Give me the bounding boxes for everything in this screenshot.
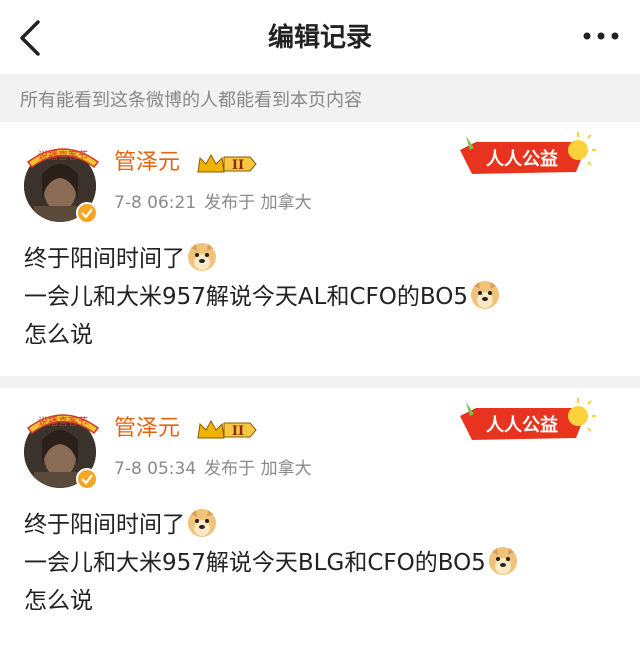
svg-text:人人公益: 人人公益 [486, 148, 558, 170]
verified-badge-icon [76, 202, 98, 224]
doge-icon [188, 509, 216, 537]
vip-crown-icon: II [197, 419, 257, 439]
post-line: 怎么说 [24, 588, 93, 614]
post-time: 7-8 05:34 [114, 459, 197, 479]
edit-record-card: 说播喜客节 管泽元 II 7-8 05:34 发布于 加拿大 人人公益 终于阳间时… [0, 388, 640, 671]
doge-icon [488, 547, 517, 575]
post-content: 终于阳间时间了 一会儿和大米957解说今天AL和CFO的BO5 怎么说 [24, 240, 500, 354]
post-line: 终于阳间时间了 [24, 240, 500, 278]
post-time: 7-8 06:21 [114, 193, 197, 213]
vip-crown-icon: II [197, 153, 257, 173]
svg-text:说播喜客节: 说播喜客节 [38, 149, 88, 162]
post-location: 发布于 加拿大 [204, 193, 312, 213]
avatar[interactable]: 说播喜客节 [22, 140, 102, 226]
avatar-festival-badge: 说播喜客节 [26, 414, 100, 434]
charity-badge[interactable]: 人人公益 [452, 394, 596, 448]
svg-text:II: II [232, 424, 244, 439]
avatar[interactable]: 说播喜客节 [22, 406, 102, 492]
username[interactable]: 管泽元 [114, 414, 180, 444]
verified-badge-icon [76, 468, 98, 490]
more-dots-icon[interactable] [582, 28, 620, 44]
username[interactable]: 管泽元 [114, 148, 180, 178]
post-line: 一会儿和大米957解说今天BLG和CFO的BO5 [24, 544, 518, 582]
top-nav-bar: 编辑记录 [0, 0, 640, 74]
page-title: 编辑记录 [267, 23, 372, 53]
svg-text:II: II [232, 158, 244, 173]
svg-text:说播喜客节: 说播喜客节 [38, 415, 88, 428]
post-location: 发布于 加拿大 [204, 459, 312, 479]
visibility-notice: 所有能看到这条微博的人都能看到本页内容 [0, 74, 640, 122]
post-meta: 7-8 06:21 发布于 加拿大 [114, 192, 312, 214]
notice-text: 所有能看到这条微博的人都能看到本页内容 [20, 90, 362, 111]
post-line: 终于阳间时间了 [24, 506, 518, 544]
doge-icon [470, 281, 499, 309]
post-meta: 7-8 05:34 发布于 加拿大 [114, 458, 312, 480]
doge-icon [188, 243, 216, 271]
post-line: 怎么说 [24, 322, 93, 348]
charity-badge[interactable]: 人人公益 [452, 128, 596, 182]
edit-record-card: 说播喜客节 管泽元 II 7-8 06:21 发布于 加拿大 人人公益 终于阳间时… [0, 122, 640, 376]
svg-text:人人公益: 人人公益 [486, 414, 558, 436]
post-content: 终于阳间时间了 一会儿和大米957解说今天BLG和CFO的BO5 怎么说 [24, 506, 518, 620]
post-line: 一会儿和大米957解说今天AL和CFO的BO5 [24, 278, 500, 316]
avatar-festival-badge: 说播喜客节 [26, 148, 100, 168]
